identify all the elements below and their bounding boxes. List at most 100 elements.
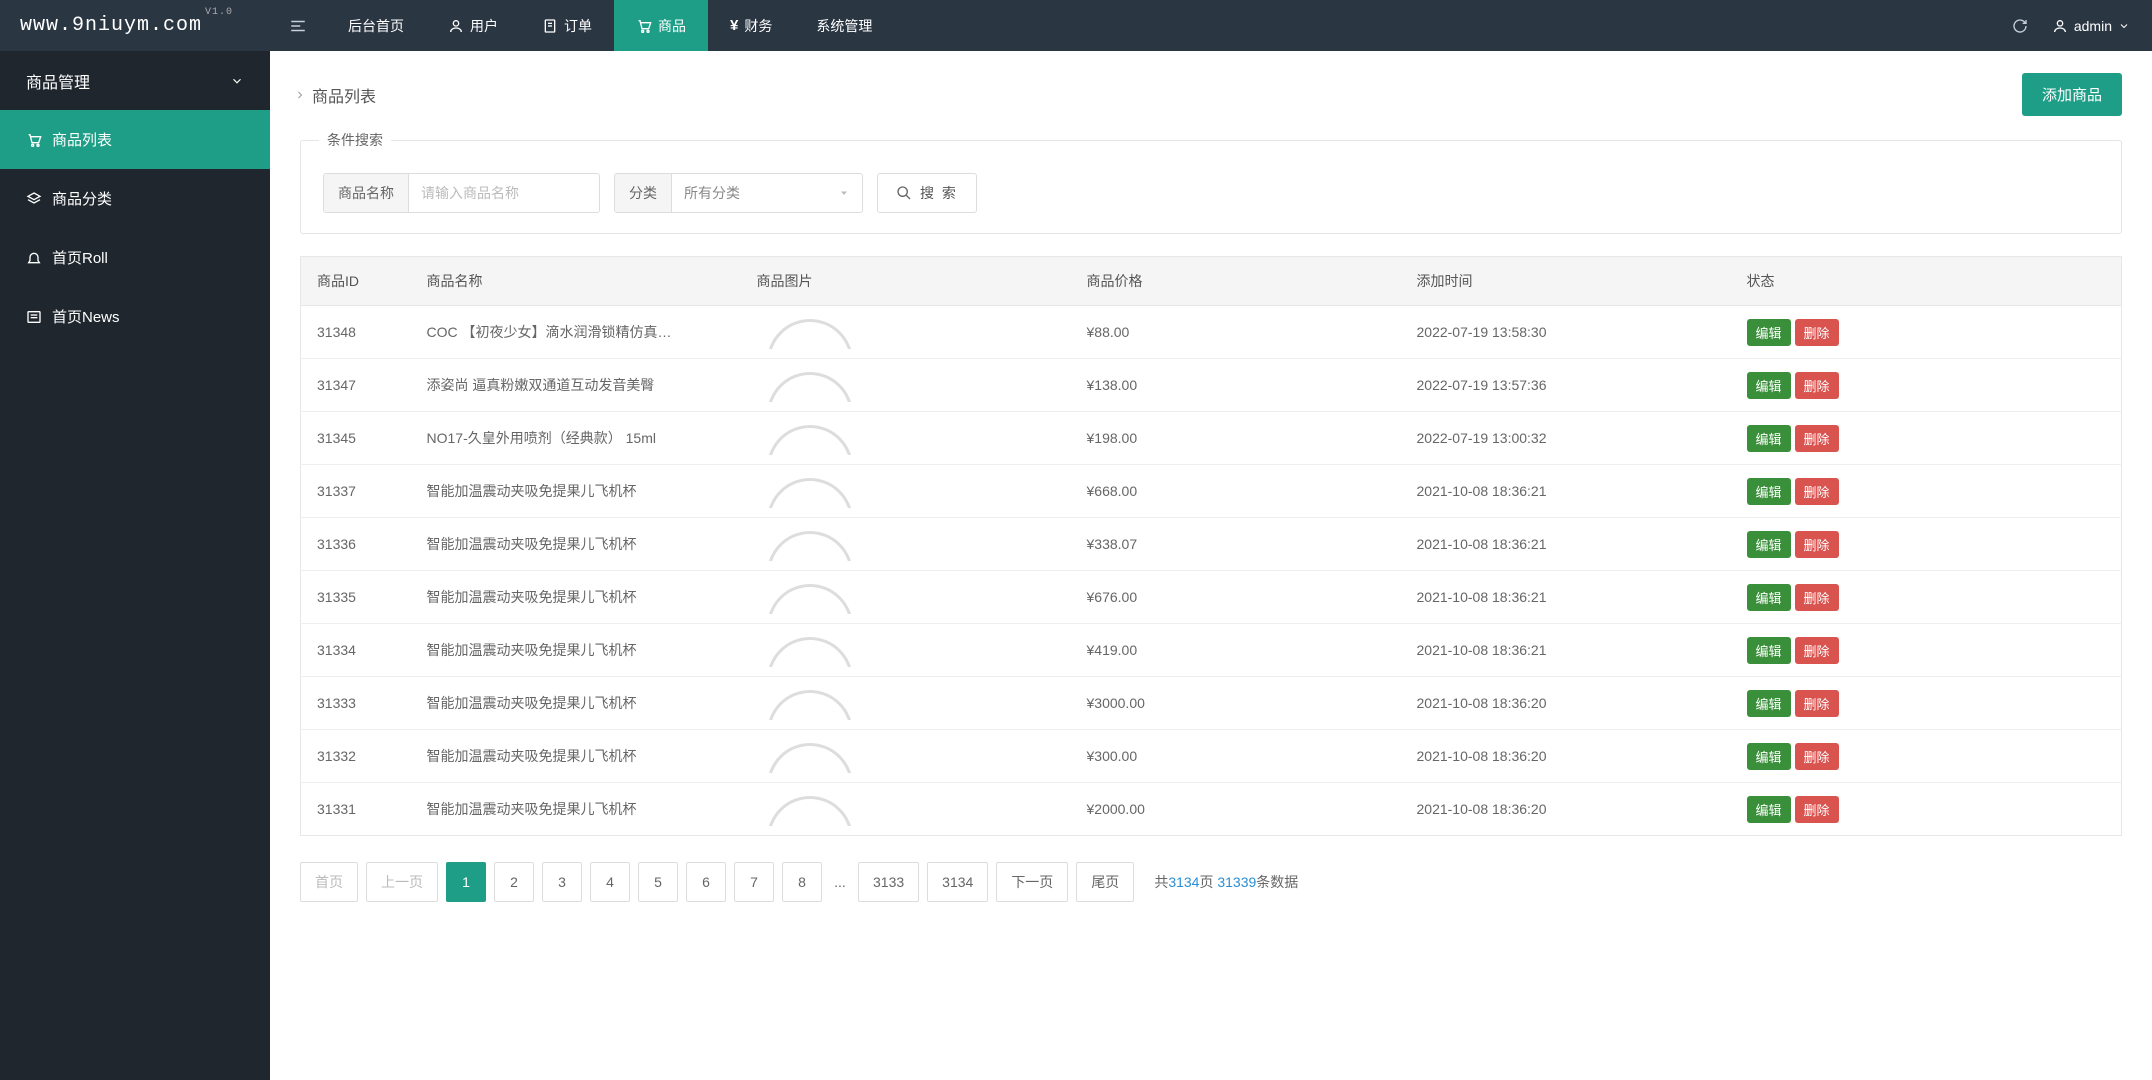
sidebar-toggle[interactable] [270,0,326,51]
page-5[interactable]: 5 [638,862,678,902]
page-prev[interactable]: 上一页 [366,862,438,902]
cell-actions: 编辑删除 [1731,412,2122,465]
cell-price: ¥2000.00 [1071,783,1401,836]
cell-name: NO17-久皇外用喷剂（经典款） 15ml [411,412,741,465]
refresh-button[interactable] [2012,18,2028,34]
nav-item-0[interactable]: 后台首页 [326,0,426,51]
delete-button[interactable]: 删除 [1795,796,1839,823]
cell-price: ¥676.00 [1071,571,1401,624]
category-value: 所有分类 [684,183,740,203]
page-3133[interactable]: 3133 [858,862,919,902]
user-menu[interactable]: admin [2052,18,2130,34]
cell-image [741,306,1071,359]
cell-id: 31333 [301,677,411,730]
cell-price: ¥198.00 [1071,412,1401,465]
category-select[interactable]: 所有分类 [672,174,862,212]
nav-item-label: 财务 [744,16,772,36]
nav-item-1[interactable]: 用户 [426,0,520,51]
user-name: admin [2074,18,2112,34]
cell-id: 31336 [301,518,411,571]
delete-button[interactable]: 删除 [1795,531,1839,558]
edit-button[interactable]: 编辑 [1747,743,1791,770]
page-next[interactable]: 下一页 [996,862,1068,902]
table-row: 31335智能加温震动夹吸免提果儿飞机杯¥676.002021-10-08 18… [301,571,2122,624]
sidebar-item-3[interactable]: 首页News [0,287,270,346]
table-row: 31345NO17-久皇外用喷剂（经典款） 15ml¥198.002022-07… [301,412,2122,465]
image-placeholder [757,739,857,773]
edit-button[interactable]: 编辑 [1747,372,1791,399]
sidebar-item-0[interactable]: 商品列表 [0,110,270,169]
nav-item-label: 订单 [564,16,592,36]
cell-actions: 编辑删除 [1731,783,2122,836]
nav-item-3[interactable]: 商品 [614,0,708,51]
page-3134[interactable]: 3134 [927,862,988,902]
sidebar-item-2[interactable]: 首页Roll [0,228,270,287]
edit-button[interactable]: 编辑 [1747,796,1791,823]
cell-time: 2021-10-08 18:36:21 [1401,624,1731,677]
cell-name: 智能加温震动夹吸免提果儿飞机杯 [411,730,741,783]
cell-id: 31348 [301,306,411,359]
cell-name: 智能加温震动夹吸免提果儿飞机杯 [411,677,741,730]
table-row: 31347添姿尚 逼真粉嫩双通道互动发音美臀¥138.002022-07-19 … [301,359,2122,412]
sidebar-item-1[interactable]: 商品分类 [0,169,270,228]
search-button-label: 搜 索 [920,183,958,203]
cell-price: ¥138.00 [1071,359,1401,412]
breadcrumb: 商品列表 [294,83,376,107]
page-3[interactable]: 3 [542,862,582,902]
delete-button[interactable]: 删除 [1795,425,1839,452]
nav-item-2[interactable]: 订单 [520,0,614,51]
cell-name: 智能加温震动夹吸免提果儿飞机杯 [411,571,741,624]
add-product-button[interactable]: 添加商品 [2022,73,2122,116]
edit-button[interactable]: 编辑 [1747,531,1791,558]
cell-price: ¥668.00 [1071,465,1401,518]
brand-version: V1.0 [205,7,233,18]
cell-actions: 编辑删除 [1731,571,2122,624]
cell-id: 31334 [301,624,411,677]
nav-item-label: 后台首页 [348,16,404,36]
edit-button[interactable]: 编辑 [1747,690,1791,717]
edit-button[interactable]: 编辑 [1747,584,1791,611]
cell-name: COC 【初夜少女】滴水润滑锁精仿真… [411,306,741,359]
page-first[interactable]: 首页 [300,862,358,902]
delete-button[interactable]: 删除 [1795,584,1839,611]
image-placeholder [757,792,857,826]
col-header: 商品价格 [1071,257,1401,306]
search-button[interactable]: 搜 索 [877,173,977,213]
page-4[interactable]: 4 [590,862,630,902]
delete-button[interactable]: 删除 [1795,637,1839,664]
col-header: 商品名称 [411,257,741,306]
image-placeholder [757,315,857,349]
edit-button[interactable]: 编辑 [1747,637,1791,664]
table-row: 31333智能加温震动夹吸免提果儿飞机杯¥3000.002021-10-08 1… [301,677,2122,730]
edit-button[interactable]: 编辑 [1747,425,1791,452]
cell-id: 31335 [301,571,411,624]
edit-button[interactable]: 编辑 [1747,478,1791,505]
cell-name: 智能加温震动夹吸免提果儿飞机杯 [411,624,741,677]
cell-time: 2021-10-08 18:36:20 [1401,730,1731,783]
delete-button[interactable]: 删除 [1795,319,1839,346]
chevron-down-icon [230,74,244,88]
cell-id: 31332 [301,730,411,783]
table-row: 31336智能加温震动夹吸免提果儿飞机杯¥338.072021-10-08 18… [301,518,2122,571]
page-6[interactable]: 6 [686,862,726,902]
main-content: 商品列表 添加商品 条件搜索 商品名称 分类 所有分类 搜 索 商 [270,51,2152,1080]
edit-button[interactable]: 编辑 [1747,319,1791,346]
page-1[interactable]: 1 [446,862,486,902]
image-placeholder [757,368,857,402]
page-7[interactable]: 7 [734,862,774,902]
sidebar-group-products[interactable]: 商品管理 [0,51,270,110]
nav-item-4[interactable]: ¥财务 [708,0,794,51]
page-8[interactable]: 8 [782,862,822,902]
nav-item-5[interactable]: 系统管理 [794,0,894,51]
delete-button[interactable]: 删除 [1795,690,1839,717]
cell-image [741,624,1071,677]
page-last[interactable]: 尾页 [1076,862,1134,902]
table-row: 31331智能加温震动夹吸免提果儿飞机杯¥2000.002021-10-08 1… [301,783,2122,836]
delete-button[interactable]: 删除 [1795,372,1839,399]
cell-time: 2021-10-08 18:36:20 [1401,783,1731,836]
delete-button[interactable]: 删除 [1795,478,1839,505]
cell-price: ¥88.00 [1071,306,1401,359]
page-2[interactable]: 2 [494,862,534,902]
product-name-input[interactable] [409,174,599,212]
delete-button[interactable]: 删除 [1795,743,1839,770]
